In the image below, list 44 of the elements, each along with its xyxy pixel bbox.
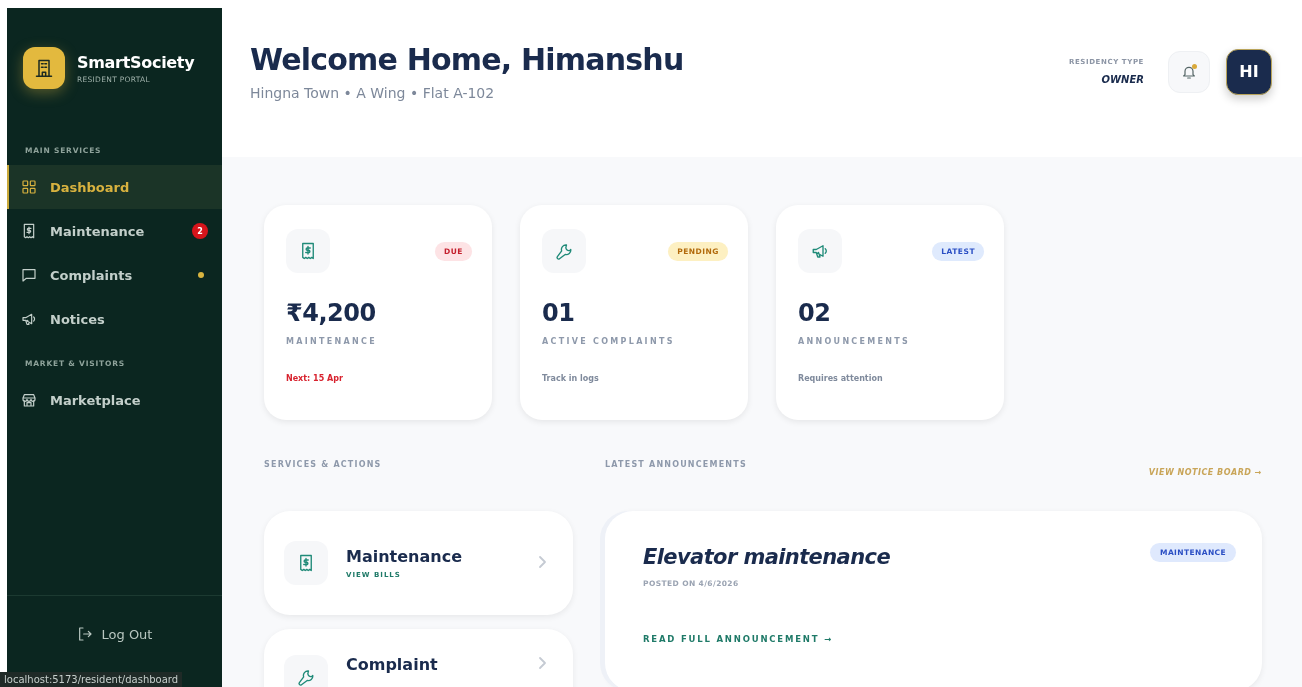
service-title: Maintenance: [346, 547, 463, 566]
chevron-icon: [537, 554, 547, 569]
receipt-icon: [299, 242, 317, 260]
section-heading: LATEST ANNOUNCEMENTS: [605, 460, 748, 469]
nav-item[interactable]: Maintenance 2: [7, 209, 222, 253]
nav-item[interactable]: Complaints: [7, 253, 222, 297]
avatar[interactable]: HI: [1226, 48, 1272, 95]
nav-item[interactable]: Marketplace: [7, 378, 222, 422]
stat-note: Next: 15 Apr: [286, 374, 344, 383]
building-icon: [34, 58, 54, 78]
stat-label: MAINTENANCE: [286, 337, 378, 346]
announcement-title: Elevator maintenance: [643, 545, 891, 569]
stat-value: 02: [798, 299, 832, 327]
stat-label: ACTIVE COMPLAINTS: [542, 337, 676, 346]
page-title: Welcome Home, Himanshu: [250, 42, 685, 77]
stat-value: ₹4,200: [286, 299, 377, 327]
nav-icon: [21, 267, 37, 283]
nav-icon: [21, 223, 37, 239]
stat-note: Requires attention: [798, 374, 884, 383]
status-bar: localhost:5173/resident/dashboard: [0, 672, 183, 687]
stat-value: 01: [542, 299, 576, 327]
nav-item[interactable]: Dashboard: [7, 165, 222, 209]
brand-name: SmartSociety: [77, 52, 195, 72]
stat-label: ANNOUNCEMENTS: [798, 337, 912, 346]
wrench-icon: [297, 668, 315, 686]
read-more-link[interactable]: READ FULL ANNOUNCEMENT →: [643, 634, 833, 644]
nav-icon: [21, 179, 37, 195]
nav-item[interactable]: Notices: [7, 297, 222, 341]
wrench-icon: [555, 242, 573, 260]
logout-icon: [76, 626, 93, 642]
page-subtitle: Hingna Town • A Wing • Flat A-102: [250, 85, 496, 101]
receipt-icon: [297, 554, 315, 572]
service-title: Complaint: [346, 655, 439, 674]
service-card[interactable]: Complaint: [264, 629, 573, 687]
stat-note: Track in logs: [542, 374, 600, 383]
notification-button[interactable]: [1168, 50, 1210, 93]
count-badge: 2: [192, 223, 208, 239]
nav-icon: [21, 311, 37, 327]
logout-button[interactable]: Log Out: [76, 624, 153, 644]
nav-icon: [21, 392, 37, 408]
chevron-icon: [537, 656, 547, 670]
residency-value: OWNER: [1100, 74, 1144, 85]
section-heading: SERVICES & ACTIONS: [264, 460, 383, 469]
megaphone-icon: [811, 242, 829, 260]
